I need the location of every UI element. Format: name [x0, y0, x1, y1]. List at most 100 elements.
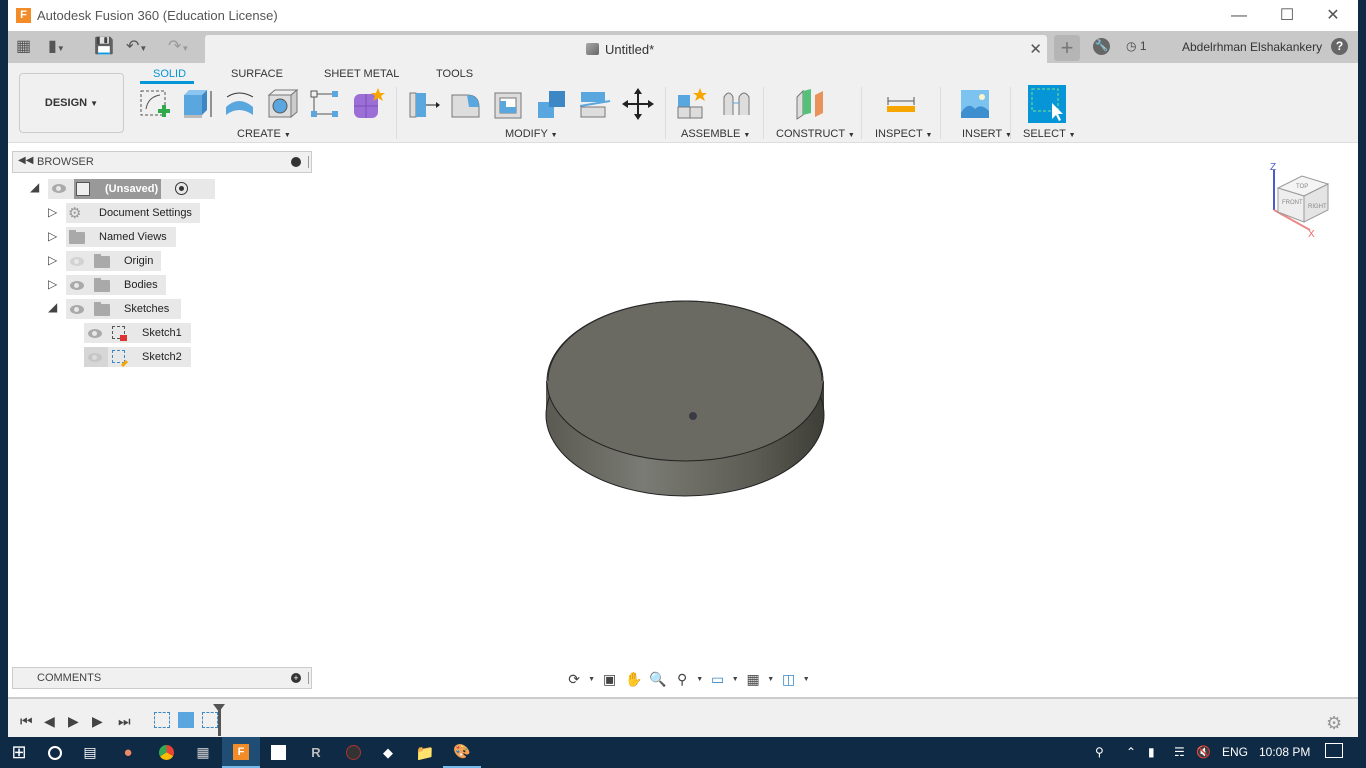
offset-plane-icon[interactable]: [793, 87, 827, 121]
timeline-sketch-feature[interactable]: [154, 712, 170, 728]
step-back-icon[interactable]: ◀: [44, 713, 55, 730]
taskbar-app-red-circle-icon[interactable]: [334, 737, 372, 768]
press-pull-icon[interactable]: [406, 87, 440, 121]
eye-icon[interactable]: [52, 184, 66, 193]
new-tab-button[interactable]: +: [1054, 35, 1080, 61]
collapse-triangle-icon[interactable]: ◢: [30, 180, 39, 194]
shell-icon[interactable]: [492, 87, 526, 121]
show-hidden-icons-chevron[interactable]: ⌃: [1126, 745, 1136, 759]
save-icon[interactable]: 💾: [94, 38, 114, 56]
pattern-icon[interactable]: [308, 87, 342, 121]
create-menu[interactable]: CREATE ▼: [237, 128, 291, 140]
insert-image-icon[interactable]: [958, 87, 992, 121]
eye-icon[interactable]: [70, 305, 84, 314]
assemble-menu[interactable]: ASSEMBLE ▼: [681, 128, 750, 140]
measure-icon[interactable]: [884, 87, 918, 121]
extensions-icon[interactable]: 🔧: [1093, 38, 1110, 55]
joint-icon[interactable]: [719, 87, 753, 121]
redo-icon[interactable]: ↷▼: [168, 38, 189, 58]
close-button[interactable]: ✕: [1310, 4, 1356, 28]
zoom-icon[interactable]: 🔍: [648, 671, 668, 688]
tab-surface[interactable]: SURFACE: [231, 68, 283, 80]
action-center-icon[interactable]: [1325, 743, 1343, 758]
people-icon[interactable]: ⚲: [1095, 745, 1104, 759]
look-at-icon[interactable]: ▣: [600, 671, 620, 688]
step-forward-icon[interactable]: ▶: [92, 713, 103, 730]
activate-radio-icon[interactable]: [175, 182, 188, 195]
expand-triangle-icon[interactable]: ▷: [48, 253, 57, 267]
combine-icon[interactable]: [535, 87, 569, 121]
orbit-icon[interactable]: ⟳: [564, 671, 584, 688]
undo-icon[interactable]: ↶▼: [126, 38, 147, 58]
play-icon[interactable]: ▶: [68, 713, 79, 730]
move-copy-icon[interactable]: [621, 87, 655, 121]
insert-menu[interactable]: INSERT ▼: [962, 128, 1012, 140]
comments-panel-header[interactable]: COMMENTS +: [12, 667, 312, 689]
browser-root-node[interactable]: ◢ (Unsaved): [28, 179, 228, 199]
display-dropdown-icon[interactable]: ▼: [732, 676, 739, 683]
fit-icon[interactable]: ⚲: [672, 671, 692, 688]
cylinder-body[interactable]: [545, 300, 825, 497]
document-tab[interactable]: Untitled* ✕: [205, 35, 1047, 63]
cortana-search-icon[interactable]: [36, 737, 74, 768]
browser-minimize-icon[interactable]: [291, 157, 301, 167]
paint-icon[interactable]: 🎨: [443, 737, 481, 768]
task-view-icon[interactable]: ▤: [71, 737, 109, 768]
taskbar-app-geogebra-icon[interactable]: [259, 737, 297, 768]
browser-item-sketches[interactable]: ◢ Sketches: [46, 299, 216, 319]
close-tab-icon[interactable]: ✕: [1029, 40, 1042, 58]
viewcube[interactable]: Z X TOP FRONT RIGHT: [1262, 160, 1342, 240]
canvas-viewport[interactable]: [312, 143, 1358, 693]
revolve-icon[interactable]: [223, 87, 257, 121]
volume-muted-icon[interactable]: 🔇: [1196, 745, 1211, 759]
expand-triangle-icon[interactable]: ▷: [48, 277, 57, 291]
collapse-triangle-icon[interactable]: ◢: [48, 300, 57, 314]
create-form-icon[interactable]: [351, 87, 385, 121]
language-indicator[interactable]: ENG: [1222, 745, 1248, 759]
maximize-button[interactable]: ☐: [1264, 4, 1310, 28]
pan-hand-icon[interactable]: ✋: [624, 671, 644, 688]
viewports-icon[interactable]: ◫: [779, 671, 799, 688]
user-name[interactable]: Abdelrhman Elshakankery: [1182, 40, 1322, 54]
eye-hidden-icon[interactable]: [88, 353, 102, 362]
select-icon[interactable]: [1028, 85, 1066, 123]
construct-menu[interactable]: CONSTRUCT ▼: [776, 128, 855, 140]
taskbar-app-r-icon[interactable]: R: [297, 737, 335, 768]
add-comment-icon[interactable]: +: [291, 673, 301, 683]
timeline-settings-gear-icon[interactable]: ⚙: [1326, 713, 1342, 734]
taskbar-app-game-icon[interactable]: ●: [109, 737, 147, 768]
eye-icon[interactable]: [70, 281, 84, 290]
model-canvas[interactable]: [312, 143, 1358, 693]
panel-resize-handle[interactable]: [308, 156, 309, 168]
go-to-end-icon[interactable]: ⏭: [118, 713, 131, 730]
hole-icon[interactable]: [266, 87, 300, 121]
file-menu-icon[interactable]: ▮▼: [48, 38, 65, 58]
viewports-dropdown-icon[interactable]: ▼: [803, 676, 810, 683]
split-body-icon[interactable]: [578, 87, 612, 121]
new-component-icon[interactable]: [675, 87, 709, 121]
eye-icon[interactable]: [88, 329, 102, 338]
workspace-switcher[interactable]: DESIGN ▼: [19, 73, 124, 133]
battery-icon[interactable]: ▮: [1148, 745, 1155, 759]
extrude-icon[interactable]: [181, 87, 215, 121]
timeline-marker[interactable]: [213, 704, 225, 736]
select-menu[interactable]: SELECT ▼: [1023, 128, 1076, 140]
taskbar-app-calculator-icon[interactable]: ▦: [184, 737, 222, 768]
zoom-dropdown-icon[interactable]: ▼: [696, 676, 703, 683]
grid-icon[interactable]: ▦: [743, 671, 763, 688]
browser-item-named-views[interactable]: ▷ Named Views: [46, 227, 216, 247]
clock[interactable]: 10:08 PM: [1259, 745, 1310, 759]
create-sketch-icon[interactable]: [138, 87, 172, 121]
file-explorer-icon[interactable]: 📁: [406, 737, 444, 768]
display-settings-icon[interactable]: ▭: [708, 671, 728, 688]
fusion-360-taskbar-icon[interactable]: F: [222, 737, 260, 768]
browser-item-bodies[interactable]: ▷ Bodies: [46, 275, 216, 295]
data-panel-grid-icon[interactable]: ▦: [16, 38, 31, 56]
inspect-menu[interactable]: INSPECT ▼: [875, 128, 932, 140]
fillet-icon[interactable]: [449, 87, 483, 121]
browser-item-origin[interactable]: ▷ Origin: [46, 251, 216, 271]
modify-menu[interactable]: MODIFY ▼: [505, 128, 558, 140]
collapse-browser-icon[interactable]: ◀◀: [18, 155, 33, 166]
grid-dropdown-icon[interactable]: ▼: [767, 676, 774, 683]
eye-hidden-icon[interactable]: [70, 257, 84, 266]
